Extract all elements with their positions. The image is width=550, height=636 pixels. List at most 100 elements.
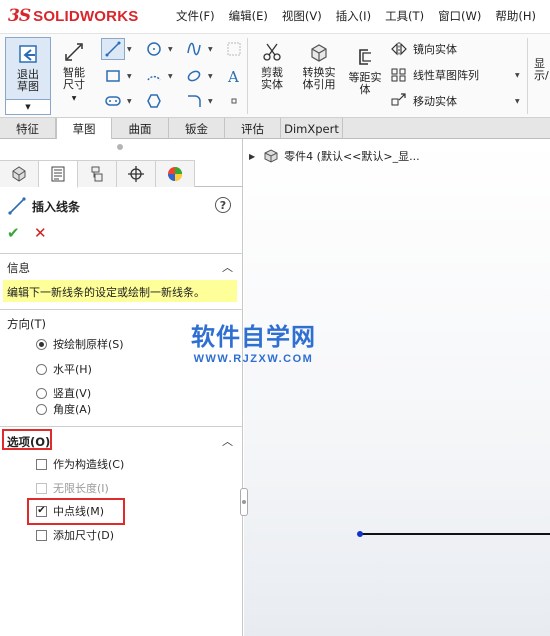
graphics-area[interactable]: ▶ 零件4 (默认<<默认>_显... 软件自学网 WWW.RJZXW.COM	[191, 139, 550, 636]
menu-view[interactable]: 视图(V)	[282, 8, 322, 24]
menu-help[interactable]: 帮助(H)	[495, 8, 536, 24]
slot-tool-icon[interactable]	[101, 90, 125, 112]
panel-tabs	[0, 160, 243, 188]
tab-sketch[interactable]: 草图	[56, 118, 112, 140]
direction-angle-radio[interactable]: 角度(A)	[36, 401, 91, 417]
ellipse-dropdown-icon[interactable]: ▼	[208, 73, 213, 80]
menu-tools[interactable]: 工具(T)	[385, 8, 424, 24]
panel-resize-grip[interactable]	[117, 144, 123, 150]
tab-feature-manager[interactable]	[0, 160, 39, 187]
convert-entities-button[interactable]: 转换实体引用	[298, 39, 340, 91]
display-relations-button[interactable]: 显示/	[532, 58, 550, 82]
ok-button[interactable]: ✔	[7, 224, 20, 242]
tab-surfaces[interactable]: 曲面	[112, 118, 169, 139]
text-tool-icon[interactable]: A	[222, 65, 246, 87]
tab-property-manager[interactable]	[39, 160, 78, 188]
arc-dropdown-icon[interactable]: ▼	[168, 73, 173, 80]
radio-button[interactable]	[36, 403, 47, 415]
line-dropdown-icon[interactable]: ▼	[127, 46, 132, 53]
move-entities-button[interactable]: 移动实体	[389, 92, 457, 110]
trim-entities-button[interactable]: 剪裁实体	[252, 39, 292, 91]
slot-dropdown-icon[interactable]: ▼	[127, 98, 132, 105]
move-dropdown-icon[interactable]: ▼	[515, 98, 520, 105]
menu-edit[interactable]: 编辑(E)	[229, 8, 268, 24]
sketch-picture-icon[interactable]	[222, 38, 246, 60]
radio-label: 按绘制原样(S)	[53, 338, 124, 351]
direction-vertical-radio[interactable]: 竖直(V)	[36, 385, 91, 401]
app-name: SOLIDWORKS	[33, 7, 139, 25]
collapse-chevron-icon[interactable]: ︿	[222, 259, 233, 275]
circle-dropdown-icon[interactable]: ▼	[168, 46, 173, 53]
direction-section-header[interactable]: 方向(T)	[7, 316, 46, 332]
spline-dropdown-icon[interactable]: ▼	[208, 46, 213, 53]
add-dimensions-checkbox[interactable]: 添加尺寸(D)	[36, 527, 114, 543]
watermark-cn: 软件自学网	[191, 323, 316, 351]
ribbon-separator	[247, 38, 248, 114]
smart-dimension-icon	[60, 39, 88, 65]
exit-sketch-button[interactable]: 退出草图 ▼	[5, 37, 51, 115]
appearance-ball-icon	[168, 167, 182, 181]
fillet-dropdown-icon[interactable]: ▼	[208, 98, 213, 105]
tab-dimxpert[interactable]: DimXpert	[281, 118, 343, 139]
radio-button[interactable]	[36, 387, 47, 399]
mirror-entities-button[interactable]: 镜向实体	[389, 40, 457, 58]
menu-bar: 文件(F) 编辑(E) 视图(V) 插入(I) 工具(T) 窗口(W) 帮助(H…	[176, 8, 550, 24]
sketch-line-entity[interactable]	[360, 533, 550, 535]
direction-as-sketched-radio[interactable]: 按绘制原样(S)	[36, 336, 124, 352]
convert-entities-icon	[305, 39, 333, 65]
menu-insert[interactable]: 插入(I)	[336, 8, 371, 24]
exit-sketch-dropdown-icon[interactable]: ▼	[6, 99, 50, 114]
highlight-box-options	[2, 429, 52, 450]
linear-sketch-pattern-button[interactable]: 线性草图阵列	[389, 66, 479, 84]
tab-evaluate[interactable]: 评估	[225, 118, 281, 139]
menu-file[interactable]: 文件(F)	[176, 8, 215, 24]
infinite-length-checkbox: 无限长度(I)	[36, 480, 109, 496]
rectangle-dropdown-icon[interactable]: ▼	[127, 73, 132, 80]
collapse-chevron-icon[interactable]: ︿	[222, 433, 233, 449]
cancel-button[interactable]: ✕	[34, 224, 47, 242]
spline-tool-icon[interactable]	[182, 38, 206, 60]
expand-arrow-icon[interactable]: ▶	[249, 152, 255, 161]
solidworks-logo[interactable]: 3S SOLIDWORKS	[8, 6, 138, 26]
sketch-endpoint[interactable]	[357, 531, 363, 537]
feature-manager-icon	[12, 166, 26, 182]
circle-tool-icon[interactable]	[142, 38, 166, 60]
tab-configuration-manager[interactable]	[78, 160, 117, 187]
direction-horizontal-radio[interactable]: 水平(H)	[36, 361, 92, 377]
feature-tree-flyout[interactable]: ▶ 零件4 (默认<<默认>_显...	[249, 148, 420, 164]
help-icon[interactable]: ?	[215, 197, 231, 213]
linear-pattern-label: 线性草图阵列	[413, 69, 479, 82]
checkbox[interactable]	[36, 458, 47, 470]
info-section-header[interactable]: 信息	[7, 260, 30, 276]
polygon-tool-icon[interactable]	[142, 90, 166, 112]
radio-button[interactable]	[36, 338, 47, 350]
menu-window[interactable]: 窗口(W)	[438, 8, 481, 24]
tab-sheet-metal[interactable]: 钣金	[169, 118, 225, 139]
watermark: 软件自学网 WWW.RJZXW.COM	[191, 317, 316, 365]
checkbox[interactable]	[36, 529, 47, 541]
fillet-tool-icon[interactable]	[182, 90, 206, 112]
info-message: 编辑下一新线条的设定或绘制一新线条。	[3, 280, 237, 302]
smart-dimension-button[interactable]: 智能尺寸 ▼	[55, 39, 93, 105]
tab-features[interactable]: 特征	[0, 118, 56, 139]
radio-button[interactable]	[36, 363, 47, 375]
ellipse-tool-icon[interactable]	[182, 65, 206, 87]
construction-line-checkbox[interactable]: 作为构造线(C)	[36, 456, 124, 472]
tab-dimxpert-manager[interactable]	[117, 160, 156, 187]
point-tool-icon[interactable]	[222, 90, 246, 112]
radio-label: 竖直(V)	[53, 387, 92, 400]
divider	[0, 309, 243, 310]
line-tool-icon[interactable]	[101, 38, 125, 60]
rectangle-tool-icon[interactable]	[101, 65, 125, 87]
arc-tool-icon[interactable]	[142, 65, 166, 87]
pm-title: 插入线条	[32, 199, 81, 214]
tab-display-manager[interactable]	[156, 160, 195, 187]
smart-dimension-dropdown-icon[interactable]: ▼	[72, 93, 77, 105]
checkbox-label: 添加尺寸(D)	[53, 529, 115, 542]
offset-entities-button[interactable]: 等距实体	[344, 44, 386, 96]
part-name: 零件4 (默认<<默认>_显...	[284, 150, 420, 163]
radio-label: 角度(A)	[53, 403, 92, 416]
panel-collapse-handle[interactable]	[240, 488, 248, 516]
pattern-dropdown-icon[interactable]: ▼	[515, 72, 520, 79]
move-label: 移动实体	[413, 95, 457, 108]
